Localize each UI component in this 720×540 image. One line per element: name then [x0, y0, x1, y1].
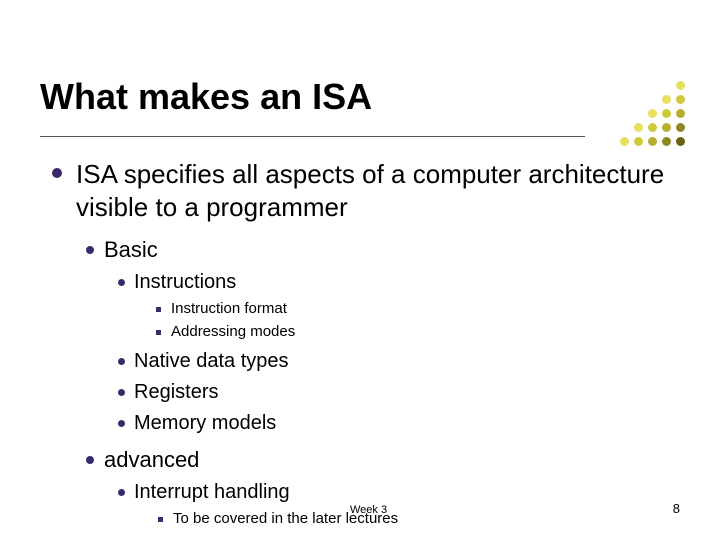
bullet-text: Addressing modes — [171, 323, 295, 340]
bullet-lvl3: Registers — [118, 381, 682, 404]
bullet-lvl3: Memory models — [118, 412, 682, 435]
bullet-text: Basic — [104, 237, 158, 263]
bullet-lvl4: Instruction format — [156, 300, 682, 317]
decorative-dots — [619, 80, 686, 147]
bullet-icon — [156, 330, 161, 335]
bullet-icon — [118, 420, 125, 427]
slide-body: ISA specifies all aspects of a computer … — [52, 158, 682, 527]
bullet-icon — [118, 279, 125, 286]
bullet-lvl4: Addressing modes — [156, 323, 682, 340]
bullet-text: advanced — [104, 447, 199, 473]
bullet-lvl1: ISA specifies all aspects of a computer … — [52, 158, 682, 223]
slide-title: What makes an ISA — [40, 76, 372, 118]
bullet-icon — [118, 358, 125, 365]
bullet-icon — [156, 307, 161, 312]
bullet-lvl3: Native data types — [118, 350, 682, 373]
bullet-text: Registers — [134, 381, 218, 404]
bullet-icon — [86, 246, 94, 254]
bullet-text: Instruction format — [171, 300, 287, 317]
slide: What makes an ISA ISA specifies all aspe… — [0, 0, 720, 540]
bullet-icon — [118, 389, 125, 396]
footer-page-number: 8 — [673, 501, 680, 516]
bullet-text: Memory models — [134, 412, 276, 435]
bullet-lvl2: advanced — [86, 447, 682, 473]
bullet-text: Interrupt handling — [134, 481, 290, 504]
bullet-lvl3: Interrupt handling — [118, 481, 682, 504]
bullet-text: Instructions — [134, 271, 236, 294]
bullet-text: Native data types — [134, 350, 289, 373]
bullet-icon — [86, 456, 94, 464]
bullet-lvl2: Basic — [86, 237, 682, 263]
title-underline — [40, 136, 585, 137]
footer-week: Week 3 — [350, 504, 387, 516]
bullet-icon — [118, 489, 125, 496]
bullet-lvl4: To be covered in the later lectures — [158, 510, 682, 527]
bullet-icon — [52, 168, 62, 178]
bullet-lvl3: Instructions — [118, 271, 682, 294]
bullet-icon — [158, 517, 163, 522]
bullet-text: ISA specifies all aspects of a computer … — [76, 158, 682, 223]
